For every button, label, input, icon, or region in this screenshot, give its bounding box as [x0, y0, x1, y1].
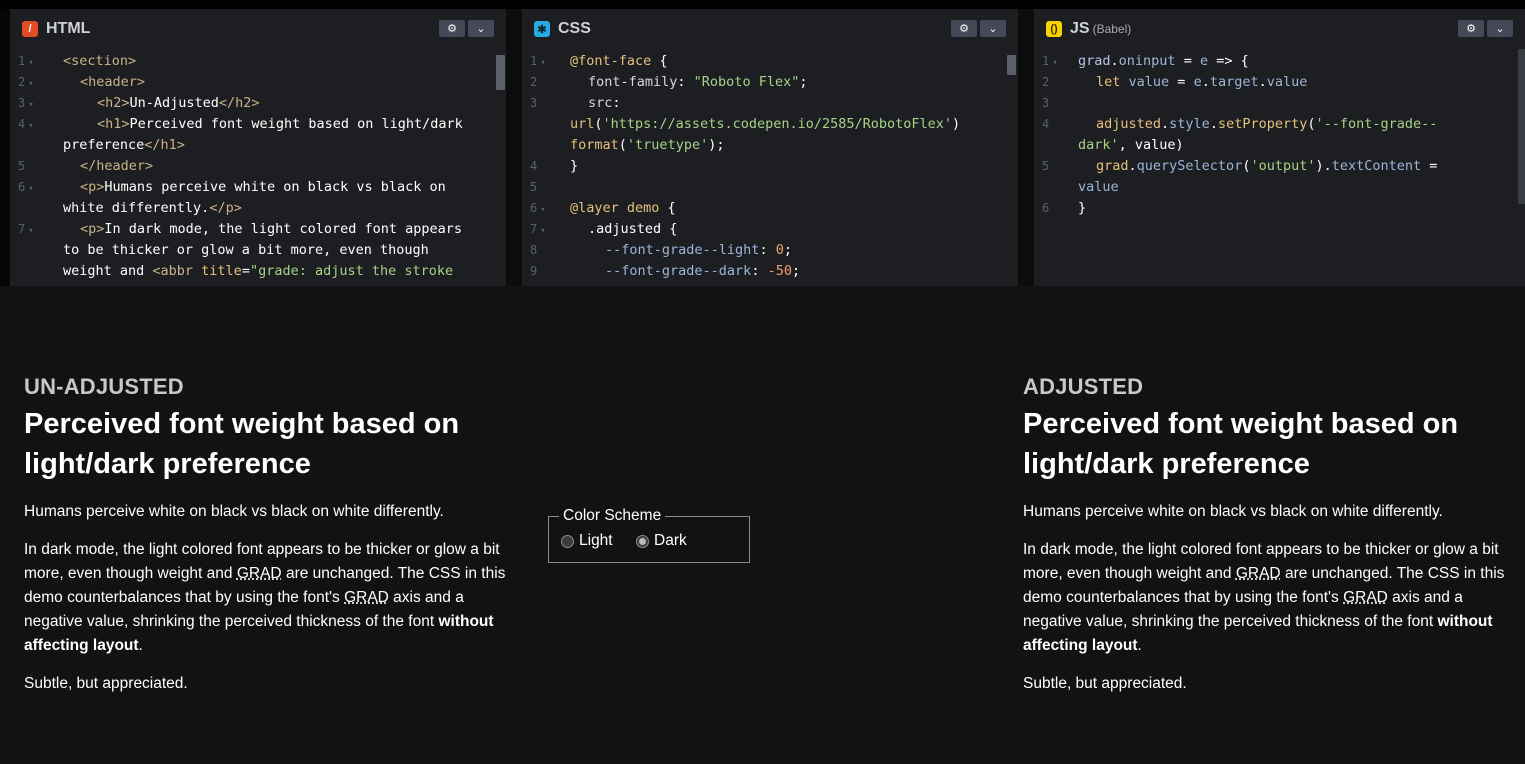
settings-gear-icon[interactable]: ⚙: [1458, 20, 1484, 37]
adjusted-paragraph-3: Subtle, but appreciated.: [1023, 675, 1187, 692]
css-pane-header: ✱ CSS ⚙ ⌄: [522, 9, 1018, 47]
css-pane-title: ✱ CSS: [534, 19, 591, 39]
unadjusted-heading: UN-ADJUSTED: [24, 374, 184, 399]
css-pane-buttons: ⚙ ⌄: [951, 20, 1006, 37]
unadjusted-paragraph-2: In dark mode, the light colored font app…: [24, 541, 506, 654]
unadjusted-paragraph-3: Subtle, but appreciated.: [24, 675, 188, 692]
radio-light-button[interactable]: [561, 534, 574, 548]
js-scrollbar[interactable]: [1518, 49, 1525, 204]
css-scrollbar[interactable]: [1007, 55, 1016, 75]
js-pane-header: () JS (Babel) ⚙ ⌄: [1034, 9, 1525, 47]
settings-gear-icon[interactable]: ⚙: [439, 20, 465, 37]
css-code-editor[interactable]: 1 ▾ @font-face { 2 font-family: "Roboto Fle…: [522, 51, 1018, 286]
chevron-down-icon[interactable]: ⌄: [468, 20, 494, 37]
code-line: 4 ▾ <h1>Perceived font weight based on lig…: [18, 116, 463, 132]
html-pane-buttons: ⚙ ⌄: [439, 20, 494, 37]
color-scheme-legend: Color Scheme: [559, 507, 666, 525]
js-pane-buttons: ⚙ ⌄: [1458, 20, 1513, 37]
adjusted-paragraph-2: In dark mode, the light colored font app…: [1023, 541, 1505, 654]
js-pane-title: () JS (Babel): [1046, 19, 1131, 39]
html-scrollbar[interactable]: [496, 55, 505, 90]
code-line: preference</h1>: [63, 137, 185, 153]
chevron-down-icon[interactable]: ⌄: [1487, 20, 1513, 37]
html-pane: / HTML ⚙ ⌄ 1 ▾ <section> 2 ▾ <header> 3 ▾ <h2>…: [10, 9, 506, 286]
preview-area: UN-ADJUSTED Perceived font weight based …: [0, 286, 1525, 764]
css-icon: ✱: [534, 21, 550, 37]
js-title-label: JS: [1070, 20, 1090, 37]
grad-abbr: GRAD: [236, 565, 282, 582]
html-code-editor[interactable]: 1 ▾ <section> 2 ▾ <header> 3 ▾ <h2>Un-Adjusted…: [10, 51, 506, 286]
radio-dark[interactable]: Dark: [636, 532, 687, 550]
code-line: 1 ▾ <section>: [18, 53, 137, 69]
unadjusted-paragraph-1: Humans perceive white on black vs black …: [24, 503, 444, 520]
html-pane-title: / HTML: [22, 19, 90, 39]
code-line: 3 ▾ <h2>Un-Adjusted</h2>: [18, 95, 260, 111]
pane-divider[interactable]: [506, 9, 522, 286]
js-subtitle-label: (Babel): [1092, 22, 1132, 36]
code-line: 5 </header>: [18, 158, 154, 174]
code-line: weight and <abbr title="grade: adjust th…: [63, 263, 454, 279]
code-line: 7 ▾ <p>In dark mode, the light colored fon…: [18, 221, 463, 237]
grad-abbr: GRAD: [344, 589, 389, 606]
chevron-down-icon[interactable]: ⌄: [980, 20, 1006, 37]
top-strip: [0, 0, 1525, 9]
code-line: 2 ▾ <header>: [18, 74, 146, 90]
settings-gear-icon[interactable]: ⚙: [951, 20, 977, 37]
adjusted-title: Perceived font weight based on light/dar…: [1023, 408, 1459, 480]
js-pane: () JS (Babel) ⚙ ⌄ 1 ▾ grad.oninput = e => …: [1034, 9, 1525, 286]
html-title-label: HTML: [46, 20, 91, 37]
unadjusted-title: Perceived font weight based on light/dar…: [24, 408, 460, 480]
html-icon: /: [22, 21, 38, 37]
css-pane: ✱ CSS ⚙ ⌄ 1 ▾ @font-face { 2 font-family: "…: [522, 9, 1018, 286]
pane-divider[interactable]: [1018, 9, 1034, 286]
css-title-label: CSS: [558, 20, 591, 37]
unadjusted-section: UN-ADJUSTED Perceived font weight based …: [24, 374, 514, 696]
code-line: white differently.</p>: [63, 200, 242, 216]
html-pane-header: / HTML ⚙ ⌄: [10, 9, 506, 47]
editor-area: / HTML ⚙ ⌄ 1 ▾ <section> 2 ▾ <header> 3 ▾ <h2>…: [0, 0, 1525, 286]
code-line: to be thicker or glow a bit more, even t…: [63, 242, 429, 258]
grad-abbr: GRAD: [1343, 589, 1388, 606]
adjusted-section: ADJUSTED Perceived font weight based on …: [1023, 374, 1513, 696]
code-line: 6 ▾ <p>Humans perceive white on black vs b…: [18, 179, 446, 195]
grad-abbr: GRAD: [1235, 565, 1281, 582]
js-icon: (): [1046, 21, 1062, 37]
js-code-editor[interactable]: 1 ▾ grad.oninput = e => { 2 let value = e.t…: [1034, 51, 1525, 286]
adjusted-paragraph-1: Humans perceive white on black vs black …: [1023, 503, 1443, 520]
radio-dark-button[interactable]: [636, 534, 649, 548]
radio-light[interactable]: Light: [561, 532, 613, 550]
color-scheme-fieldset: Color Scheme Light Dark: [548, 507, 750, 563]
adjusted-heading: ADJUSTED: [1023, 374, 1144, 399]
